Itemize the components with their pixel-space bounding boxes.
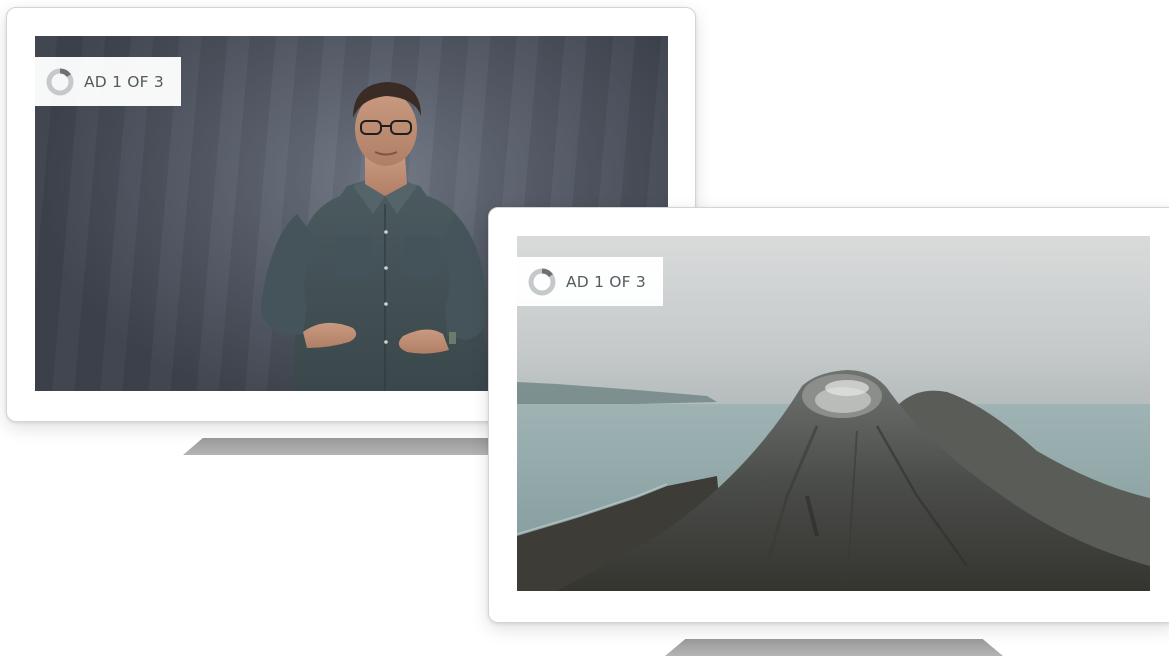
ad-count-label: AD 1 OF 3	[566, 272, 646, 291]
ad-progress-ring-icon	[528, 268, 556, 295]
tv-right: AD 1 OF 3	[488, 207, 1169, 623]
tv-stand-right	[665, 639, 1003, 656]
ad-progress-ring-icon	[46, 68, 74, 95]
ad-count-label: AD 1 OF 3	[84, 72, 164, 91]
video-player-right[interactable]: AD 1 OF 3	[517, 236, 1150, 591]
ad-badge: AD 1 OF 3	[517, 257, 663, 306]
tv-stand-left	[183, 438, 513, 455]
ad-badge: AD 1 OF 3	[35, 57, 181, 106]
ad-preview-scene: AD 1 OF 3 AD 1 OF 3	[0, 0, 1169, 656]
